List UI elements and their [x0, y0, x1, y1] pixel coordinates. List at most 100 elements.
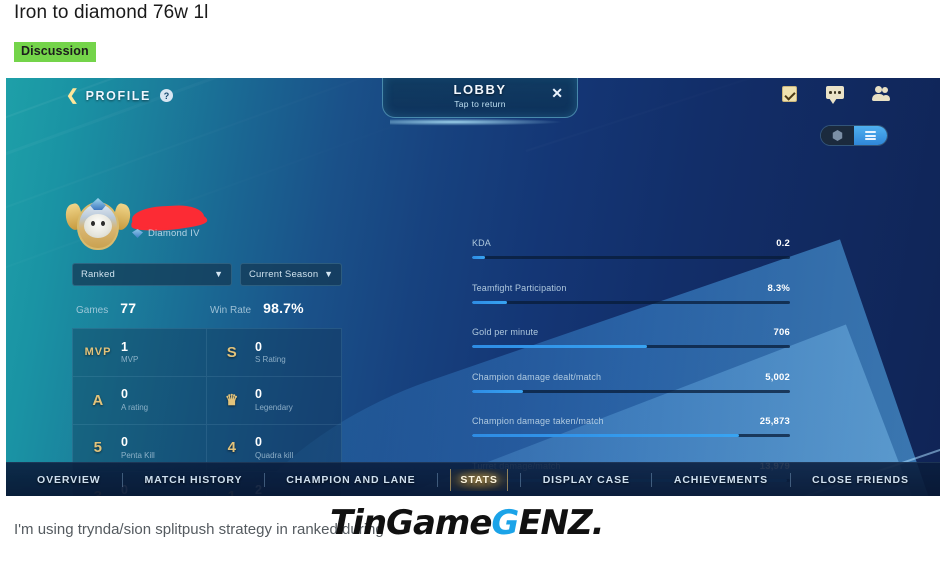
achievement-label: Quadra kill [255, 450, 294, 460]
stat-row: Teamfight Participation 8.3% [472, 283, 790, 304]
achievement-cell: A 0A rating [73, 376, 207, 425]
stat-value: 5,002 [765, 371, 790, 383]
stat-bar-fill [472, 389, 523, 393]
list-icon [865, 131, 876, 140]
winrate-value: 98.7% [263, 300, 304, 316]
stat-bar-fill [472, 256, 485, 259]
tab-match-history[interactable]: MATCH HISTORY [136, 469, 252, 491]
watermark-part-2: G [491, 503, 519, 543]
achievement-text: 0A rating [121, 387, 149, 412]
lobby-title: LOBBY [453, 82, 507, 97]
rank-label: Diamond IV [148, 228, 200, 239]
rank-gem-icon [132, 229, 143, 238]
watermark-part-1: TinGame [330, 503, 492, 543]
achievement-count: 0 [121, 435, 128, 449]
chevron-down-icon: ▼ [324, 269, 333, 279]
stat-name: Teamfight Participation [472, 282, 567, 293]
stat-bar-fill [472, 345, 647, 348]
achievement-count: 0 [255, 387, 262, 402]
screenshot-root: Iron to diamond 76w 1l Discussion ❮ PROF… [0, 0, 940, 561]
stat-row: Champion damage dealt/match 5,002 [472, 372, 790, 393]
view-toggle-hexagon[interactable] [821, 126, 854, 145]
season-dropdown[interactable]: Current Season ▼ [240, 263, 342, 286]
tasks-icon[interactable] [782, 86, 800, 102]
achievement-symbol-icon: 4 [227, 439, 237, 457]
stat-value: 0.2 [776, 238, 790, 249]
stat-row: Champion damage taken/match 25,873 [472, 416, 790, 437]
lobby-glow [390, 118, 572, 126]
redaction-mark [131, 204, 205, 230]
achievement-text: 1 MVP [121, 339, 139, 365]
achievement-label: Penta Kill [121, 450, 155, 460]
achievement-symbol-icon: MVP [84, 346, 112, 359]
achievement-symbol-icon: S [226, 343, 238, 361]
stat-name: Gold per minute [472, 327, 539, 337]
achievement-cell: ♛ 0 Legendary [207, 377, 341, 425]
view-toggle[interactable] [820, 125, 888, 146]
tab-display-case[interactable]: DISPLAY CASE [534, 469, 639, 491]
achievement-cell: MVP 1 MVP [73, 329, 207, 377]
achievement-text: 0S Rating [255, 340, 286, 365]
help-icon[interactable]: ? [159, 89, 173, 102]
profile-nav[interactable]: ❮ PROFILE ? [66, 88, 173, 103]
stat-name: Champion damage dealt/match [472, 371, 602, 382]
lobby-subtitle: Tap to return [454, 99, 506, 109]
stats-list: KDA 0.2 Teamfight Participation 8.3% Gold pe… [472, 238, 790, 496]
tab-achievements[interactable]: ACHIEVEMENTS [665, 469, 777, 491]
achievement-count: 0 [255, 435, 262, 449]
winrate-summary: Win Rate 98.7% [210, 300, 304, 316]
tab-separator [520, 472, 522, 487]
stat-value: 8.3% [767, 282, 790, 294]
friends-icon[interactable] [870, 86, 890, 102]
tab-bar: OVERVIEW MATCH HISTORY CHAMPION AND LANE ST… [6, 462, 940, 496]
achievement-symbol-icon: 5 [93, 439, 103, 457]
lobby-banner[interactable]: LOBBY Tap to return ✕ [382, 78, 578, 118]
stat-bar-track [472, 434, 790, 437]
tab-separator [436, 472, 438, 487]
avatar[interactable] [63, 194, 133, 256]
watermark: TinGameGENZ. [330, 503, 605, 543]
mode-dropdown[interactable]: Ranked ▼ [72, 263, 232, 286]
winrate-label: Win Rate [210, 305, 252, 316]
player-rank: Diamond IV [132, 228, 200, 239]
stat-value: 25,873 [759, 416, 790, 427]
chat-icon[interactable] [826, 86, 844, 104]
profile-label: PROFILE [85, 88, 151, 103]
stat-name: KDA [472, 238, 491, 248]
tab-separator [651, 472, 653, 487]
top-icon-group [782, 86, 890, 104]
achievement-label: MVP [121, 355, 139, 365]
stat-row: KDA 0.2 [472, 238, 790, 259]
page-title: Iron to diamond 76w 1l [14, 2, 209, 23]
achievement-text: 0 Penta Kill [121, 435, 155, 460]
stat-name: Champion damage taken/match [472, 416, 604, 426]
stat-row: Gold per minute 706 [472, 327, 790, 348]
games-summary: Games 77 [76, 300, 136, 316]
post-body-text: I'm using trynda/sion splitpush strategy… [14, 521, 384, 538]
tab-separator [263, 472, 265, 487]
stat-bar-track [472, 256, 790, 259]
achievement-label: Legendary [255, 403, 293, 412]
achievement-symbol-icon: ♛ [225, 392, 239, 410]
games-label: Games [76, 305, 109, 316]
tab-champion-and-lane[interactable]: CHAMPION AND LANE [277, 469, 424, 491]
chevron-down-icon: ▼ [214, 269, 223, 279]
stat-bar-fill [472, 434, 740, 437]
watermark-part-3: ENZ. [518, 503, 604, 543]
achievement-label: S Rating [255, 355, 286, 365]
tab-stats[interactable]: STATS [450, 468, 508, 491]
achievement-count: 1 [121, 339, 128, 354]
game-screenshot-panel: ❮ PROFILE ? LOBBY Tap to return ✕ Diamon… [6, 78, 940, 496]
view-toggle-list[interactable] [854, 126, 887, 145]
games-value: 77 [120, 300, 137, 316]
stat-bar-track [472, 345, 790, 348]
tab-overview[interactable]: OVERVIEW [28, 469, 110, 491]
achievement-label: A rating [121, 403, 149, 412]
chevron-left-icon[interactable]: ❮ [66, 88, 79, 103]
achievement-text: 0 Quadra kill [255, 435, 294, 460]
close-icon[interactable]: ✕ [551, 86, 563, 100]
tab-close-friends[interactable]: CLOSE FRIENDS [803, 469, 918, 491]
stat-bar-track [472, 389, 790, 393]
post-flair-badge[interactable]: Discussion [14, 42, 96, 62]
stat-bar-fill [472, 300, 507, 304]
